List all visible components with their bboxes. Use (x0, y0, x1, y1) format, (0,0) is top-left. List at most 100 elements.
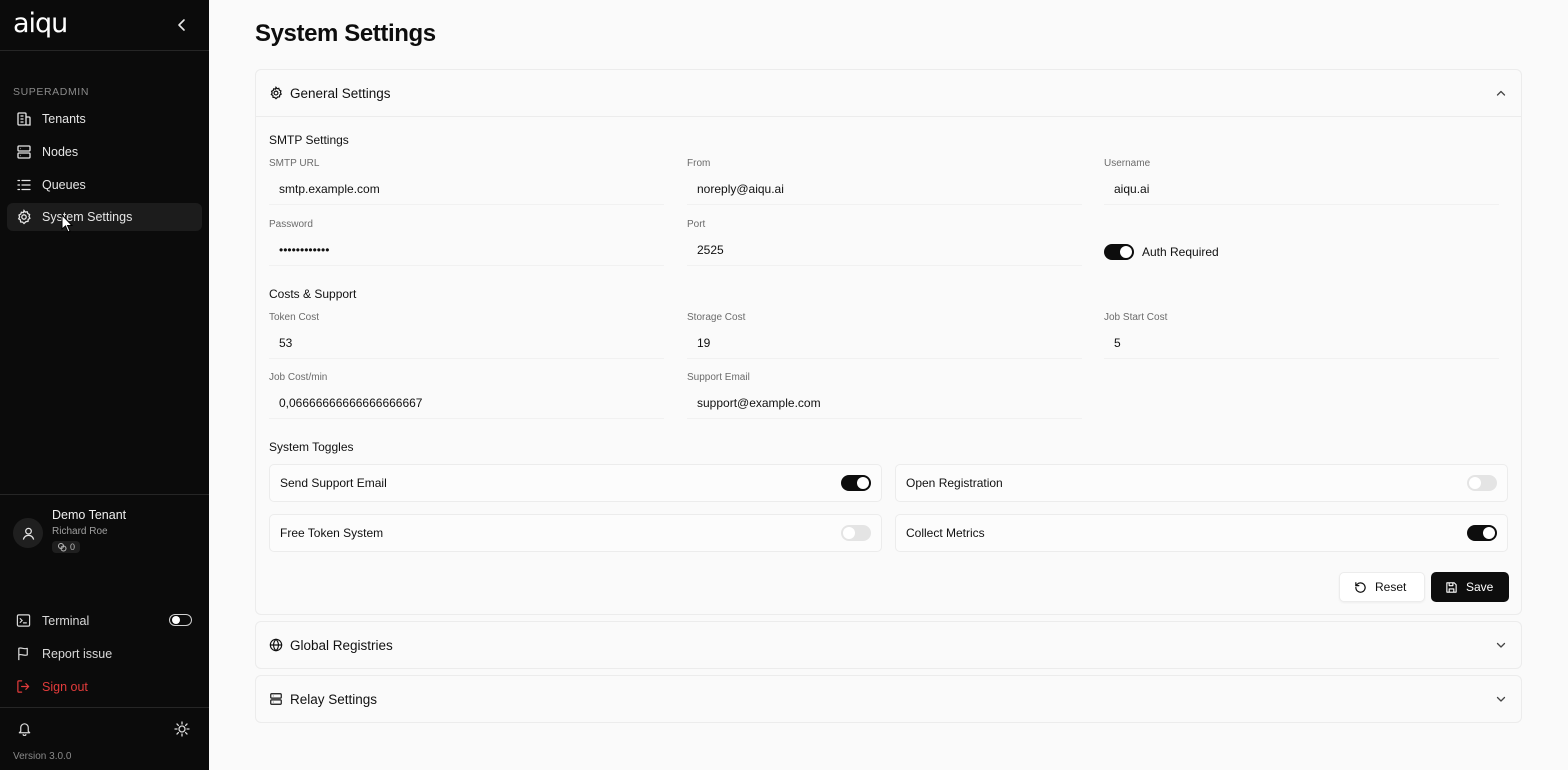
general-settings-title: General Settings (290, 85, 391, 101)
job-start-cost-label: Job Start Cost (1104, 312, 1168, 323)
sidebar-item-label: Tenants (42, 112, 86, 126)
username-label: Username (1104, 158, 1151, 169)
open-registration-label: Open Registration (906, 476, 1003, 490)
global-registries-title: Global Registries (290, 637, 393, 653)
undo-icon (1355, 581, 1366, 593)
smtp-section-title: SMTP Settings (269, 133, 349, 147)
toggles-section-title: System Toggles (269, 440, 354, 454)
smtp-url-input[interactable] (269, 173, 664, 205)
avatar (13, 518, 43, 548)
terminal-item[interactable]: Terminal (16, 613, 89, 628)
job-start-cost-input[interactable] (1104, 327, 1499, 359)
support-email-label: Support Email (687, 372, 750, 383)
sun-icon[interactable] (174, 721, 190, 737)
user-card[interactable]: Demo Tenant Richard Roe 0 (13, 508, 126, 557)
relay-settings-title: Relay Settings (290, 691, 378, 707)
terminal-label: Terminal (42, 613, 90, 628)
sign-out-item[interactable]: Sign out (16, 679, 88, 694)
smtp-url-label: SMTP URL (269, 158, 320, 169)
sidebar-divider (0, 494, 209, 495)
general-settings-header[interactable]: General Settings (256, 70, 1521, 116)
token-cost-input[interactable] (269, 327, 664, 359)
user-icon (22, 527, 34, 540)
chevron-up-icon[interactable] (1495, 87, 1507, 99)
collect-metrics-toggle-row[interactable]: Collect Metrics (895, 514, 1508, 552)
sign-out-icon (17, 680, 30, 693)
relay-settings-header[interactable]: Relay Settings (256, 676, 1521, 722)
server-icon (270, 693, 282, 705)
globe-icon (269, 638, 283, 652)
sidebar-item-nodes[interactable]: Nodes (7, 138, 202, 166)
bell-icon[interactable] (17, 721, 32, 736)
port-label: Port (687, 219, 706, 230)
flag-icon (18, 647, 28, 661)
sidebar-item-system-settings[interactable]: System Settings (7, 203, 202, 231)
username-input[interactable] (1104, 173, 1499, 205)
report-issue-item[interactable]: Report issue (16, 646, 112, 661)
sidebar-item-tenants[interactable]: Tenants (7, 105, 202, 133)
general-settings-card: General Settings SMTP Settings SMTP URL … (255, 69, 1522, 615)
global-registries-card: Global Registries (255, 621, 1522, 669)
open-registration-toggle[interactable] (1467, 475, 1497, 491)
report-issue-label: Report issue (42, 646, 113, 661)
sidebar-header: aiqu (0, 0, 209, 51)
reset-label: Reset (1375, 580, 1407, 594)
open-registration-toggle-row[interactable]: Open Registration (895, 464, 1508, 502)
storage-cost-label: Storage Cost (687, 312, 746, 323)
token-count: 0 (70, 542, 76, 552)
send-support-email-toggle[interactable] (841, 475, 871, 491)
gear-icon (270, 86, 282, 100)
version-label: Version 3.0.0 (13, 751, 72, 762)
terminal-toggle[interactable] (169, 614, 192, 626)
sidebar-item-label: Nodes (42, 145, 79, 159)
chevron-down-icon[interactable] (1495, 693, 1507, 705)
send-support-email-label: Send Support Email (280, 476, 387, 490)
job-cost-min-input[interactable] (269, 387, 664, 419)
list-icon (17, 179, 31, 191)
terminal-icon (16, 614, 31, 627)
token-cost-label: Token Cost (269, 312, 320, 323)
auth-required-control[interactable]: Auth Required (1104, 244, 1219, 260)
coins-icon (58, 543, 67, 552)
section-label-superadmin: SUPERADMIN (13, 86, 90, 98)
collect-metrics-toggle[interactable] (1467, 525, 1497, 541)
save-button[interactable]: Save (1431, 572, 1509, 602)
gear-icon (17, 209, 31, 225)
chevron-down-icon[interactable] (1495, 639, 1507, 651)
global-registries-header[interactable]: Global Registries (256, 622, 1521, 668)
sidebar-item-label: Queues (42, 178, 86, 192)
from-label: From (687, 158, 711, 169)
auth-required-toggle[interactable] (1104, 244, 1134, 260)
password-input[interactable] (269, 234, 664, 266)
storage-cost-input[interactable] (687, 327, 1082, 359)
sidebar-divider (0, 707, 209, 708)
sidebar-item-queues[interactable]: Queues (7, 171, 202, 199)
port-input[interactable] (687, 234, 1082, 266)
server-icon (17, 145, 31, 159)
sidebar: aiqu SUPERADMIN Tenants Nodes Queues Sys… (0, 0, 209, 770)
page-title: System Settings (255, 20, 436, 47)
logo: aiqu (13, 8, 68, 39)
general-settings-body: SMTP Settings SMTP URL From Username Pas… (256, 116, 1521, 614)
free-token-system-toggle[interactable] (841, 525, 871, 541)
auth-required-label: Auth Required (1142, 245, 1219, 259)
job-cost-min-label: Job Cost/min (269, 372, 328, 383)
save-label: Save (1466, 580, 1494, 594)
user-name: Richard Roe (52, 526, 108, 537)
send-support-email-toggle-row[interactable]: Send Support Email (269, 464, 882, 502)
chevron-left-icon[interactable] (174, 17, 190, 33)
support-email-input[interactable] (687, 387, 1082, 419)
free-token-system-toggle-row[interactable]: Free Token System (269, 514, 882, 552)
building-icon (17, 112, 31, 126)
relay-settings-card: Relay Settings (255, 675, 1522, 723)
save-icon (1446, 581, 1457, 593)
collect-metrics-label: Collect Metrics (906, 526, 985, 540)
sidebar-item-label: System Settings (42, 210, 133, 224)
costs-section-title: Costs & Support (269, 287, 357, 301)
free-token-system-label: Free Token System (280, 526, 384, 540)
mouse-cursor-icon (61, 214, 74, 233)
user-tenant: Demo Tenant (52, 508, 127, 522)
reset-button[interactable]: Reset (1339, 572, 1425, 602)
password-label: Password (269, 219, 313, 230)
from-input[interactable] (687, 173, 1082, 205)
